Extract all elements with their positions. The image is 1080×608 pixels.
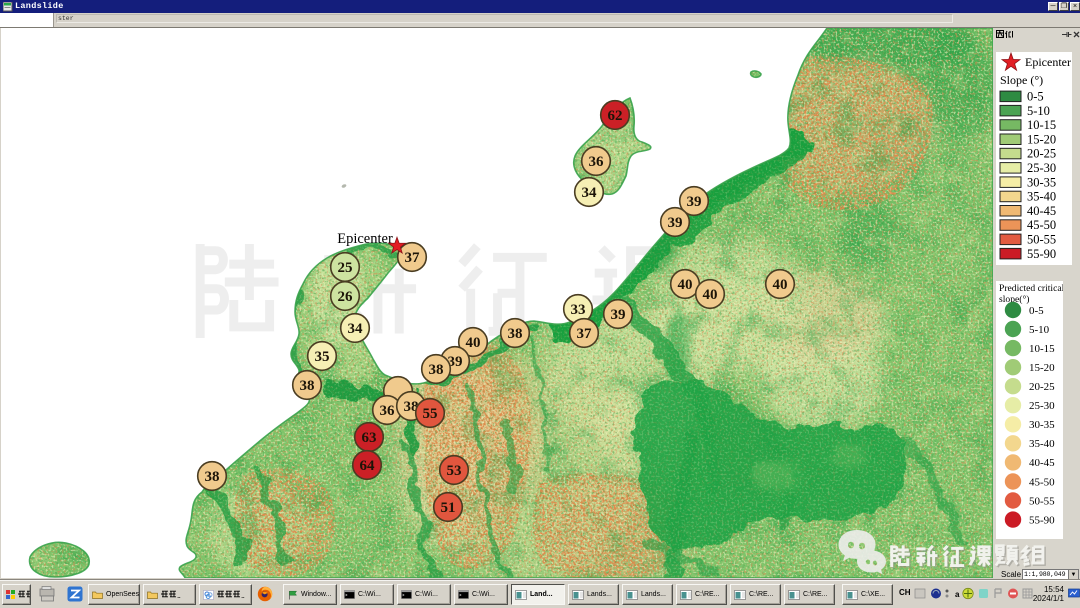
svg-text:35-40: 35-40 [1027,190,1056,204]
svg-text:39: 39 [668,215,683,231]
svg-text:Epicenter: Epicenter [1025,55,1071,69]
svg-text:Predicted critical: Predicted critical [999,283,1063,294]
svg-text:35-40: 35-40 [1029,438,1055,450]
svg-text:10-15: 10-15 [1029,343,1055,355]
svg-text:62: 62 [608,108,623,124]
svg-text:38: 38 [300,378,315,394]
svg-text:20-25: 20-25 [1027,147,1056,161]
svg-text:51: 51 [441,500,456,516]
svg-text:10-15: 10-15 [1027,118,1056,132]
svg-text:40-45: 40-45 [1027,204,1056,218]
svg-text:25-30: 25-30 [1027,161,1056,175]
svg-text:38: 38 [508,326,523,342]
svg-text:36: 36 [380,403,396,419]
svg-text:15-20: 15-20 [1029,362,1055,374]
svg-text:25: 25 [338,260,353,276]
svg-text:40: 40 [466,335,481,351]
svg-text:50-55: 50-55 [1029,495,1055,507]
svg-text:20-25: 20-25 [1029,381,1055,393]
svg-text:39: 39 [611,307,626,323]
svg-text:40: 40 [773,277,788,293]
svg-text:38: 38 [429,362,444,378]
svg-text:15-20: 15-20 [1027,132,1056,146]
svg-text:45-50: 45-50 [1027,218,1056,232]
svg-text:0-5: 0-5 [1027,90,1044,104]
svg-text:55: 55 [423,406,438,422]
svg-text:63: 63 [362,430,377,446]
svg-text:64: 64 [360,458,376,474]
svg-text:35: 35 [315,349,330,365]
svg-text:30-35: 30-35 [1029,419,1055,431]
svg-text:Slope (°): Slope (°) [1000,73,1043,87]
svg-text:55-90: 55-90 [1027,247,1056,261]
svg-text:36: 36 [589,154,605,170]
svg-text:5-10: 5-10 [1029,324,1050,336]
svg-text:5-10: 5-10 [1027,104,1050,118]
svg-text:37: 37 [577,326,593,342]
svg-text:40: 40 [703,287,718,303]
svg-text:50-55: 50-55 [1027,233,1056,247]
svg-text:0-5: 0-5 [1029,305,1044,317]
svg-text:33: 33 [571,302,586,318]
svg-text:25-30: 25-30 [1029,400,1055,412]
svg-text:Epicenter: Epicenter [337,231,393,247]
svg-text:40-45: 40-45 [1029,457,1055,469]
svg-text:53: 53 [447,463,462,479]
svg-text:55-90: 55-90 [1029,514,1055,526]
svg-text:45-50: 45-50 [1029,476,1055,488]
svg-text:34: 34 [348,321,364,337]
svg-text:38: 38 [205,469,220,485]
svg-text:37: 37 [405,250,421,266]
svg-text:39: 39 [687,194,702,210]
svg-text:34: 34 [582,185,598,201]
svg-text:26: 26 [338,289,354,305]
svg-text:30-35: 30-35 [1027,175,1056,189]
svg-text:a: a [955,590,960,599]
svg-text:40: 40 [678,277,693,293]
